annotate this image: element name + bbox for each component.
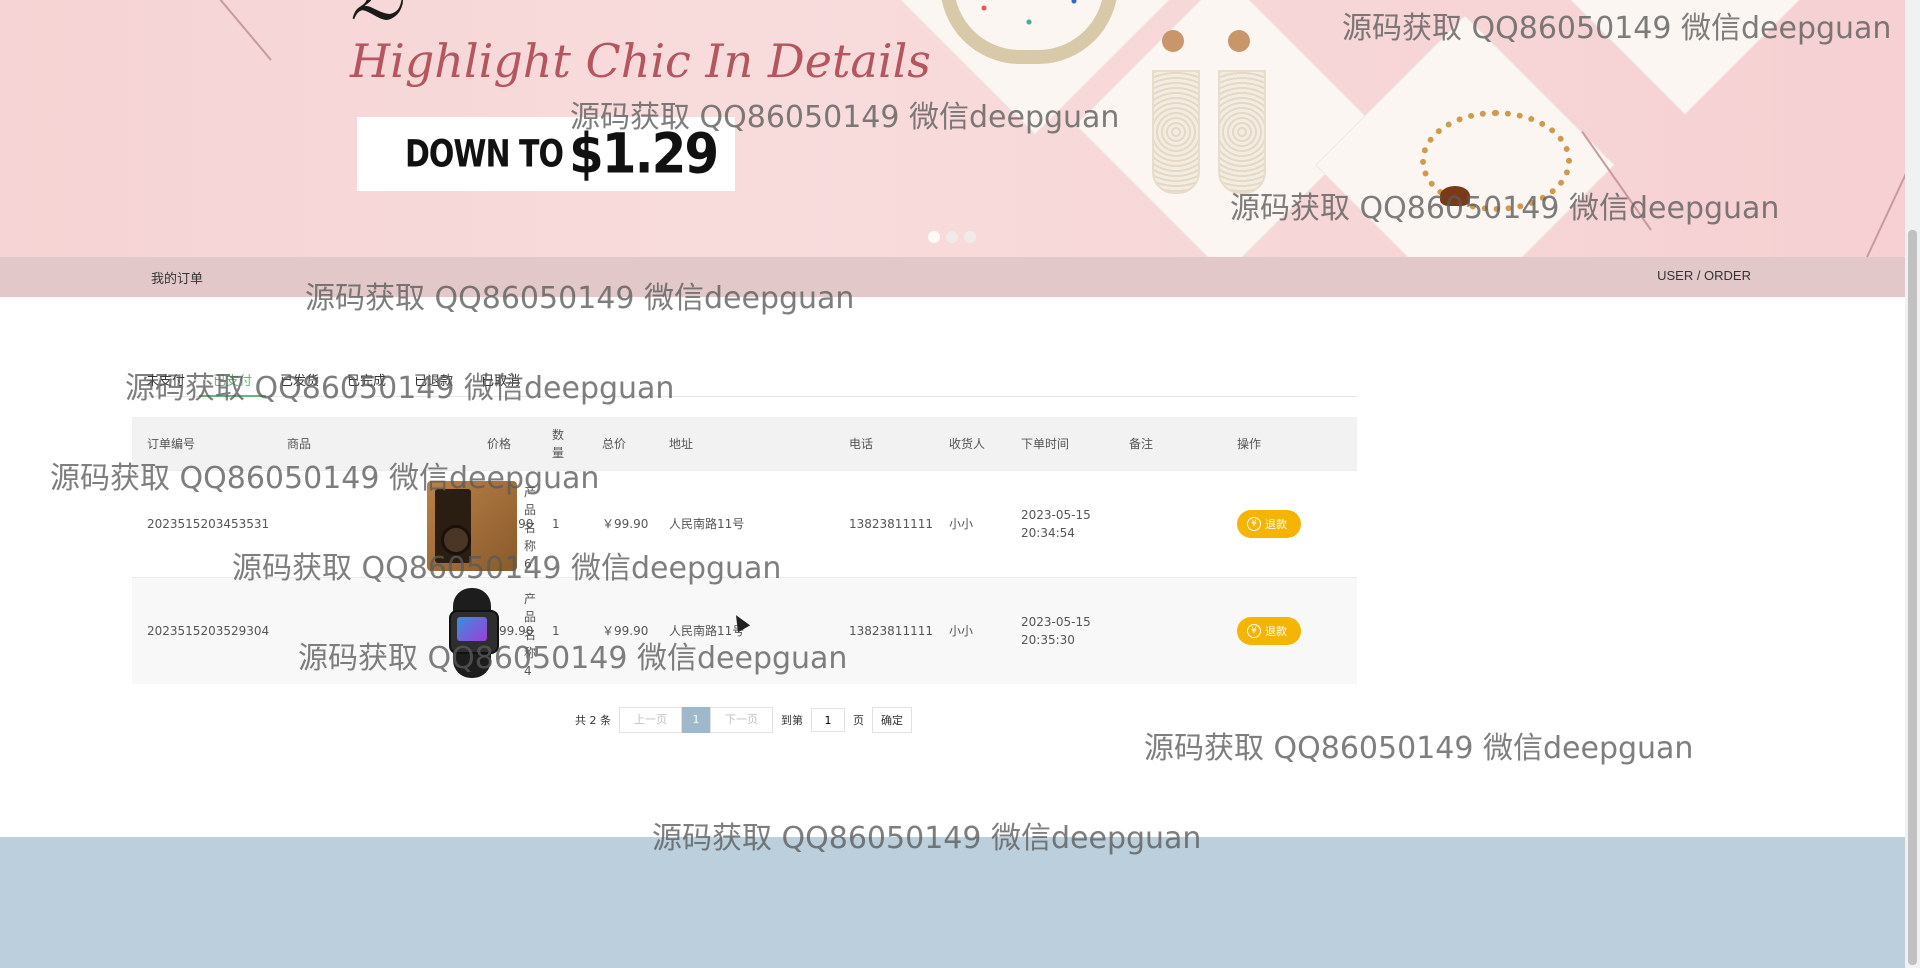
order-clock: 20:34:54 <box>1021 526 1075 540</box>
tab-refunded[interactable]: 已退款 <box>400 360 467 396</box>
product-image[interactable] <box>427 588 517 678</box>
refund-label: 退款 <box>1265 625 1287 638</box>
column-header: 操作 <box>1237 436 1262 451</box>
refund-button[interactable]: ¥ 退款 <box>1237 510 1301 538</box>
prev-page-button[interactable]: 上一页 <box>619 707 682 733</box>
breadcrumb: USER / ORDER <box>1657 268 1751 283</box>
page-unit-label: 页 <box>853 714 864 727</box>
butterfly-charm-image <box>1440 186 1470 206</box>
phone: 13823811111 <box>849 517 933 531</box>
receiver: 小小 <box>949 624 974 638</box>
table-header: 订单编号 商品 价格 数量 总价 地址 电话 收货人 下单时间 备注 操作 <box>132 417 1357 470</box>
column-header: 地址 <box>669 436 694 451</box>
earring-image <box>1218 70 1266 194</box>
banner-tile <box>1536 0 1834 114</box>
order-number: 2023515203453531 <box>147 517 270 531</box>
order-date: 2023-05-15 <box>1021 615 1091 629</box>
actions-cell: ¥ 退款 <box>1222 617 1357 645</box>
banner-price-box: DOWN TO $1.29 <box>357 117 735 191</box>
banner-price-prefix: DOWN TO <box>405 132 564 176</box>
order-time: 2023-05-15 20:35:30 <box>1006 613 1114 649</box>
receiver: 小小 <box>949 517 974 531</box>
order-date: 2023-05-15 <box>1021 508 1091 522</box>
order-status-tabs: 未支付 已支付 已发货 已完成 已退款 已取消 <box>132 360 1357 397</box>
orders-table: 订单编号 商品 价格 数量 总价 地址 电话 收货人 下单时间 备注 操作 20… <box>132 417 1357 684</box>
column-header: 备注 <box>1129 436 1154 451</box>
column-header: 收货人 <box>949 436 986 451</box>
carousel-dot[interactable] <box>946 231 958 243</box>
goto-page-input[interactable] <box>811 708 845 732</box>
tab-unpaid[interactable]: 未支付 <box>132 360 199 396</box>
table-row: 2023515203529304 产品名称4 ￥99.90 1 ￥99.90 人… <box>132 577 1357 684</box>
earring-stud-image <box>1162 30 1184 52</box>
order-time: 2023-05-15 20:34:54 <box>1006 506 1114 542</box>
earring-stud-image <box>1228 30 1250 52</box>
page-title: 我的订单 <box>151 272 204 287</box>
goods-cell: 产品名称6 <box>272 471 536 577</box>
goods-cell: 产品名称4 <box>272 578 536 684</box>
goto-label: 到第 <box>781 714 803 727</box>
column-header: 总价 <box>602 436 627 451</box>
product-name[interactable]: 产品名称6 <box>524 483 536 573</box>
banner-script-text: ℒ <box>350 0 404 36</box>
column-header: 价格 <box>487 436 512 451</box>
banner-slogan: Highlight Chic In Details <box>350 34 931 88</box>
carousel-dots <box>928 231 976 243</box>
product-name[interactable]: 产品名称4 <box>524 590 536 680</box>
page-scrollbar[interactable] <box>1905 0 1920 968</box>
total-count: 共 2 条 <box>575 714 611 727</box>
hero-banner[interactable]: ℒ Highlight Chic In Details DOWN TO $1.2… <box>0 0 1905 257</box>
pagination: 共 2 条 上一页 1 下一页 到第 页 确定 <box>575 707 912 733</box>
refund-label: 退款 <box>1265 518 1287 531</box>
table-row: 2023515203453531 产品名称6 ￥99.90 1 ￥99.90 人… <box>132 470 1357 577</box>
order-number: 2023515203529304 <box>147 624 270 638</box>
total-price: ￥99.90 <box>602 624 649 638</box>
current-page[interactable]: 1 <box>682 707 710 733</box>
column-header: 下单时间 <box>1021 436 1070 451</box>
banner-price: $1.29 <box>569 122 719 186</box>
column-header: 订单编号 <box>147 436 196 451</box>
yen-icon: ¥ <box>1247 624 1261 638</box>
next-page-button[interactable]: 下一页 <box>710 707 773 733</box>
address: 人民南路11号 <box>669 517 745 531</box>
goto-confirm-button[interactable]: 确定 <box>872 707 912 733</box>
total-price: ￥99.90 <box>602 517 649 531</box>
order-clock: 20:35:30 <box>1021 633 1075 647</box>
carousel-dot[interactable] <box>928 231 940 243</box>
branch-decoration <box>1860 160 1905 257</box>
tab-cancelled[interactable]: 已取消 <box>467 360 534 396</box>
scrollbar-thumb[interactable] <box>1908 230 1917 965</box>
column-header: 电话 <box>849 436 874 451</box>
actions-cell: ¥ 退款 <box>1222 510 1357 538</box>
tab-shipped[interactable]: 已发货 <box>266 360 333 396</box>
yen-icon: ¥ <box>1247 517 1261 531</box>
section-titlebar: 我的订单 USER / ORDER <box>0 257 1905 297</box>
quantity: 1 <box>552 624 560 638</box>
tab-paid[interactable]: 已支付 <box>199 360 267 397</box>
product-image[interactable] <box>427 481 517 571</box>
carousel-dot[interactable] <box>964 231 976 243</box>
column-header: 数量 <box>552 427 565 460</box>
watermark-text: 源码获取 QQ86050149 微信deepguan <box>1144 731 1694 766</box>
branch-decoration <box>193 0 272 61</box>
quantity: 1 <box>552 517 560 531</box>
phone: 13823811111 <box>849 624 933 638</box>
column-header: 商品 <box>287 436 312 451</box>
page-footer <box>0 837 1905 968</box>
refund-button[interactable]: ¥ 退款 <box>1237 617 1301 645</box>
tab-completed[interactable]: 已完成 <box>333 360 400 396</box>
earring-image <box>1152 70 1200 194</box>
